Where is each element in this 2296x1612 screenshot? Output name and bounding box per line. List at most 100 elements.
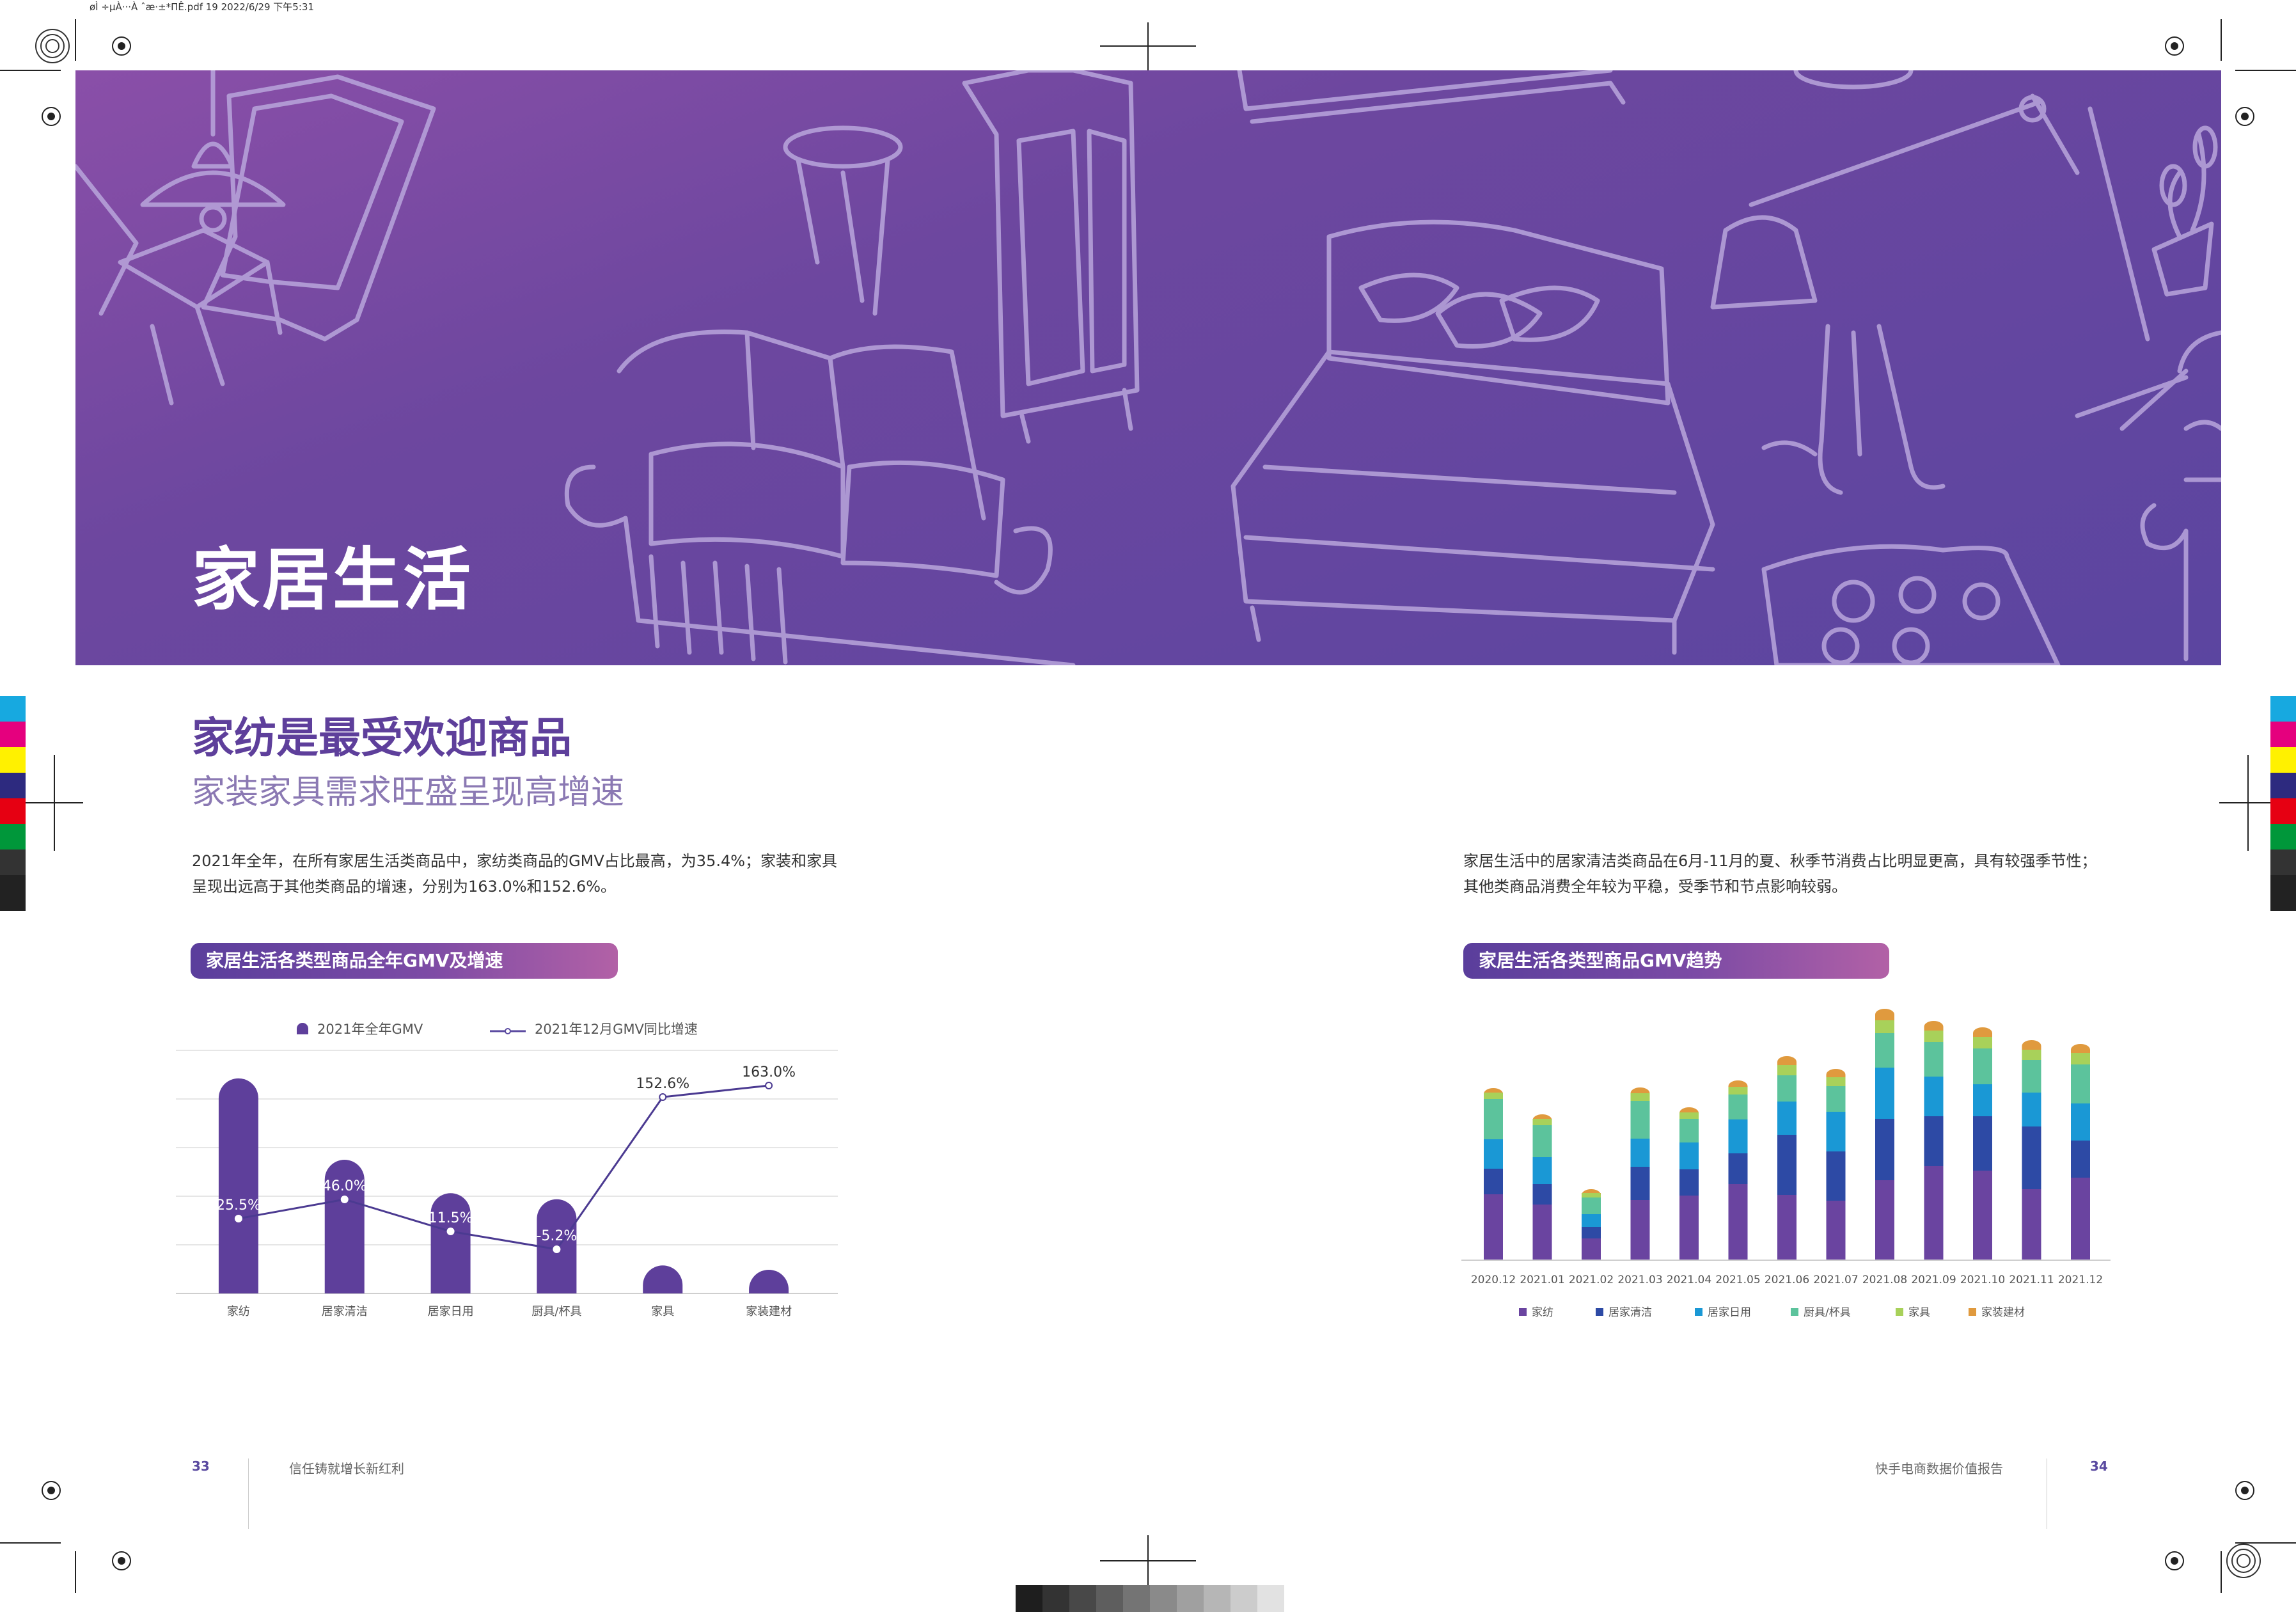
bar-segment — [1973, 1048, 1992, 1084]
legend-label: 2021年全年GMV — [317, 1022, 423, 1037]
bar-segment — [1582, 1238, 1601, 1260]
bar-segment — [1484, 1169, 1503, 1194]
bar-segment — [1777, 1135, 1797, 1195]
bar-segment — [1924, 1042, 1944, 1077]
x-tick-label: 居家日用 — [428, 1305, 474, 1318]
bar-segment — [1679, 1107, 1699, 1113]
bar-segment — [2022, 1040, 2041, 1050]
bar-segment — [2071, 1064, 2090, 1103]
bar-segment — [1924, 1077, 1944, 1116]
bar-segment — [1679, 1196, 1699, 1260]
growth-label: 25.5% — [216, 1197, 261, 1213]
x-tick-label: 2021.04 — [1667, 1274, 1711, 1286]
growth-point — [659, 1093, 667, 1101]
bar-segment — [1630, 1139, 1650, 1167]
x-tick-label: 2021.07 — [1813, 1274, 1858, 1286]
x-tick-label: 2021.12 — [2058, 1274, 2103, 1286]
bar-segment — [1532, 1119, 1552, 1125]
growth-label: 11.5% — [429, 1210, 473, 1226]
bar-segment — [2022, 1189, 2041, 1260]
growth-point — [765, 1082, 773, 1089]
legend-label: 2021年12月GMV同比增速 — [535, 1022, 698, 1037]
legend-bar-swatch — [297, 1023, 308, 1034]
bar-segment — [1630, 1200, 1650, 1260]
chart-legend: 2021年全年GMV 2021年12月GMV同比增速 — [297, 1022, 698, 1037]
bar-segment — [1532, 1205, 1552, 1260]
bar-segment — [1484, 1093, 1503, 1099]
x-tick-label: 2021.09 — [1911, 1274, 1956, 1286]
x-tick-label: 2020.12 — [1471, 1274, 1516, 1286]
bar-segment — [2022, 1093, 2041, 1126]
page-number-right: 34 — [2090, 1458, 2108, 1474]
bar-segment — [2022, 1050, 2041, 1060]
legend-swatch — [1695, 1308, 1702, 1316]
bar-segment — [1728, 1184, 1748, 1260]
bar-segment — [1582, 1197, 1601, 1214]
growth-point — [446, 1228, 455, 1235]
bar-segment — [1875, 1020, 1894, 1033]
bar-segment — [1679, 1169, 1699, 1196]
bar-segment — [1924, 1116, 1944, 1166]
growth-point — [553, 1245, 561, 1253]
bar-segment — [1826, 1112, 1846, 1151]
bar-segment — [1630, 1093, 1650, 1101]
legend-label: 厨具/杯具 — [1804, 1306, 1851, 1319]
x-tick-label: 居家清洁 — [322, 1305, 368, 1318]
chart-grid — [176, 1050, 838, 1294]
x-tick-label: 家纺 — [227, 1305, 250, 1318]
bar-segment — [2071, 1044, 2090, 1053]
bar-segment — [1777, 1065, 1797, 1075]
footer-left-text: 信任铸就增长新红利 — [289, 1461, 404, 1476]
growth-line — [238, 1084, 769, 1251]
bar-segment — [1532, 1125, 1552, 1157]
bar-segment — [1973, 1037, 1992, 1048]
bar-segment — [1679, 1119, 1699, 1142]
bar-segment — [2022, 1126, 2041, 1189]
bar-segment — [1777, 1195, 1797, 1260]
x-tick-label: 家装建材 — [746, 1305, 792, 1318]
chart-legend: 家纺 居家清洁 居家日用 厨具/杯具 家具 家装建材 — [1519, 1306, 2025, 1319]
bar-segment — [1924, 1031, 1944, 1042]
x-tick-label: 2021.01 — [1520, 1274, 1564, 1286]
bar — [218, 1078, 258, 1293]
bar-segment — [1777, 1075, 1797, 1102]
legend-label: 家纺 — [1532, 1306, 1553, 1319]
page-number-left: 33 — [192, 1458, 210, 1474]
bar — [430, 1193, 471, 1293]
bar-segment — [1582, 1214, 1601, 1227]
growth-point — [340, 1196, 349, 1203]
x-tick-label: 2021.02 — [1569, 1274, 1614, 1286]
bar-segment — [1582, 1227, 1601, 1238]
left-chart-title: 家居生活各类型商品全年GMV及增速 — [191, 943, 618, 979]
left-paragraph: 2021年全年，在所有家居生活类商品中，家纺类商品的GMV占比最高，为35.4%… — [192, 852, 838, 896]
bar-segment — [1630, 1087, 1650, 1093]
bar-segment — [1826, 1069, 1846, 1077]
growth-label: 163.0% — [742, 1064, 796, 1080]
bar-segment — [1875, 1033, 1894, 1068]
legend-label: 居家清洁 — [1608, 1306, 1652, 1319]
bar-segment — [2071, 1103, 2090, 1141]
bar-segment — [1532, 1184, 1552, 1205]
bar-segment — [1728, 1153, 1748, 1184]
section-subtitle: 家装家具需求旺盛呈现高增速 — [192, 773, 625, 812]
x-tick-label: 2021.11 — [2009, 1274, 2054, 1286]
bar-segment — [1973, 1116, 1992, 1171]
bar-segment — [1728, 1080, 1748, 1087]
right-chart-title: 家居生活各类型商品GMV趋势 — [1463, 943, 1889, 979]
bar-segment — [1826, 1077, 1846, 1086]
bar-segment — [1582, 1193, 1601, 1197]
section-title: 家纺是最受欢迎商品 — [192, 713, 572, 763]
bar — [749, 1269, 789, 1293]
legend-swatch — [1969, 1308, 1976, 1316]
bar-segment — [1973, 1171, 1992, 1260]
x-tick-label: 2021.06 — [1765, 1274, 1809, 1286]
bar-segment — [1826, 1151, 1846, 1201]
bar-segment — [1484, 1099, 1503, 1139]
bar-segment — [1973, 1084, 1992, 1116]
bar-segment — [2071, 1141, 2090, 1178]
bar-segment — [1875, 1119, 1894, 1180]
bar-segment — [1728, 1087, 1748, 1094]
bar-segment — [1777, 1056, 1797, 1065]
bar-segment — [1484, 1139, 1503, 1169]
legend-swatch — [1596, 1308, 1603, 1316]
